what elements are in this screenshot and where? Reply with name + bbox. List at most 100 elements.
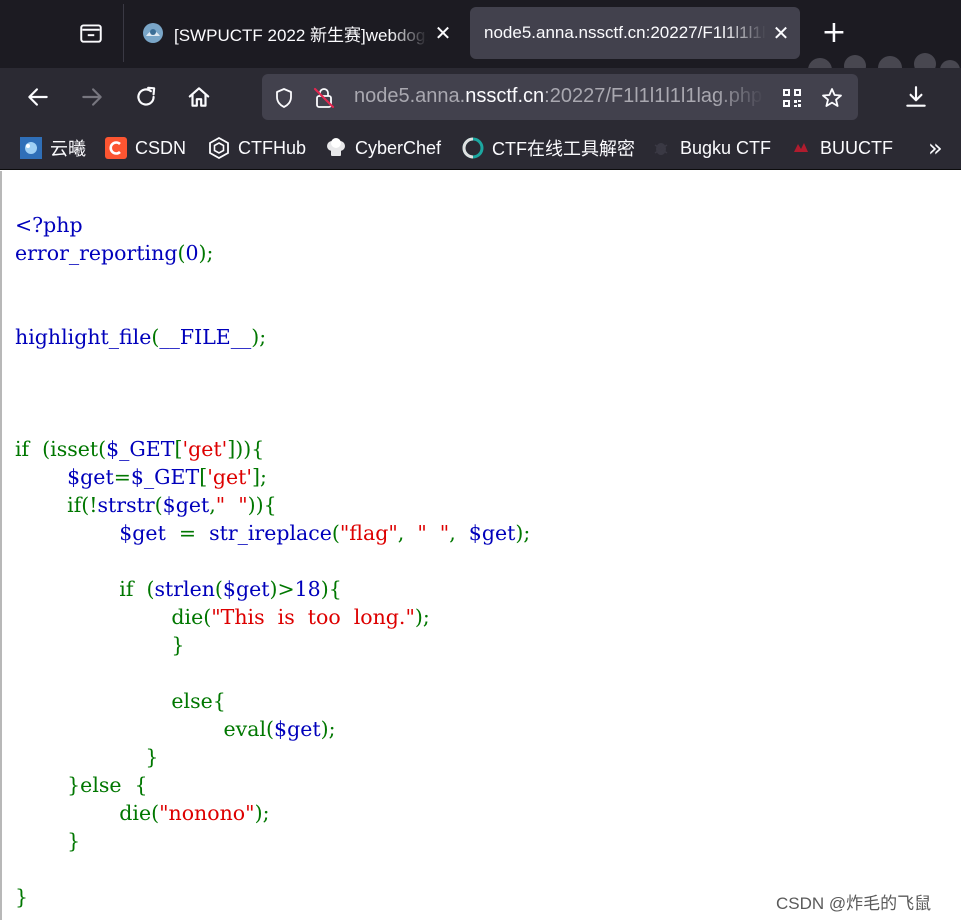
code-token: ])){ [227,437,265,461]
back-button[interactable] [18,77,58,117]
code-token: "flag" [339,521,398,545]
more-bookmarks-chevron-icon[interactable]: » [928,134,942,162]
bookmark-label: BUUCTF [820,137,893,158]
code-line-1: <?php [15,211,530,239]
code-line-21: }else { [15,771,530,799]
code-line-18: else{ [15,687,530,715]
bookmark-label: CSDN [135,137,187,158]
new-tab-button[interactable]: + [816,14,852,52]
code-token: , [397,521,418,545]
code-token: ){ [320,577,342,601]
code-token: $get [119,521,166,545]
bookmark-ctf-tools[interactable]: CTF在线工具解密 [462,135,635,161]
insecure-lock-icon[interactable] [312,86,336,110]
reload-icon [137,86,156,106]
code-token: $get [222,577,270,601]
code-token: $get [67,465,114,489]
code-token: )> [269,577,295,601]
close-tab-icon[interactable]: ✕ [432,21,454,45]
qr-code-icon[interactable] [780,86,804,110]
bookmark-label: CyberChef [355,137,442,158]
code-token: ( [154,493,163,517]
bookmark-bugku[interactable]: Bugku CTF [650,135,771,161]
code-line-19: eval($get); [15,715,530,743]
code-token: = [165,521,210,545]
code-token: eval [223,717,267,741]
url-text[interactable]: node5.anna.nssctf.cn:20227/F1l1l1l1l1lag… [354,85,764,108]
code-line-10: $get=$_GET['get']; [15,463,530,491]
arrow-right-icon [82,88,102,106]
code-token: ( [331,521,340,545]
yunxi-icon [20,137,42,159]
reload-button[interactable] [126,77,166,117]
code-line-25: } [15,883,530,911]
home-icon [188,87,210,107]
code-token: }else { [67,773,148,797]
code-token: ); [198,241,214,265]
code-line-16: } [15,631,530,659]
code-token: " " [215,493,248,517]
close-tab-icon[interactable]: ✕ [770,21,792,45]
code-line-9: if (isset($_GET['get'])){ [15,435,530,463]
code-token: ]; [251,465,267,489]
code-token: if (isset( [15,437,107,461]
bugku-icon [650,137,672,159]
url-suffix: :20227/F1l1l1l1l1lag.php [544,85,763,107]
bookmark-star-icon[interactable] [820,86,844,110]
tab-title: [SWPUCTF 2022 新生赛]webdog1__start [174,25,428,45]
code-token: "This is too long." [211,605,415,629]
code-token: 0 [185,241,199,265]
bookmark-yunxi[interactable]: 云曦 [20,135,86,161]
code-token: ); [414,605,430,629]
url-domain: nssctf.cn [465,85,545,107]
bookmark-label: Bugku CTF [680,137,772,158]
code-token: } [15,885,29,909]
code-token: if(! [67,493,98,517]
bookmark-csdn[interactable]: CSDN [105,135,186,161]
csdn-icon [105,137,127,159]
ctfhub-icon [208,137,230,159]
home-button[interactable] [179,77,219,117]
arrow-left-icon [28,88,48,106]
bookmark-buuctf[interactable]: BUUCTF [790,135,893,161]
address-bar[interactable]: node5.anna.nssctf.cn:20227/F1l1l1l1l1lag… [262,74,858,120]
downloads-button[interactable] [896,77,936,117]
code-token: highlight_file [15,325,152,349]
tab-strip: [SWPUCTF 2022 新生赛]webdog1__start ✕ node5… [0,0,961,110]
code-token: str_ireplace [209,521,332,545]
code-token: strlen [154,577,215,601]
code-line-12: $get = str_ireplace("flag", " ", $get); [15,519,530,547]
page-content: <?php error_reporting(0); highlight_file(_… [0,171,961,920]
bookmark-label: CTF在线工具解密 [492,139,635,159]
code-token: 18 [294,577,321,601]
tab-f1l1l1l1l1lag[interactable]: node5.anna.nssctf.cn:20227/F1l1l1l1l1lag… [470,7,800,59]
code-token: ); [254,801,270,825]
code-token: ( [214,577,223,601]
code-token: die( [171,605,212,629]
php-source-code: <?php error_reporting(0); highlight_file(_… [15,211,530,911]
bookmark-cyberchef[interactable]: CyberChef [325,135,441,161]
nssctf-favicon-icon [143,23,163,43]
forward-button[interactable] [72,77,112,117]
csdn-watermark: CSDN @炸毛的飞鼠 [776,894,932,913]
shield-icon[interactable] [272,86,296,110]
tab-webdog-start[interactable]: [SWPUCTF 2022 新生赛]webdog1__start ✕ [128,7,462,59]
bookmark-ctfhub[interactable]: CTFHub [208,135,306,161]
php-open-tag: <?php [15,213,83,237]
code-token: $get [274,717,321,741]
code-token: $_GET [130,465,200,489]
code-line-22: die("nonono"); [15,799,530,827]
code-token: 'get' [207,465,252,489]
code-token: ); [320,717,336,741]
code-line-5: highlight_file(__FILE__); [15,323,530,351]
code-line-2: error_reporting(0); [15,239,530,267]
code-line-15: die("This is too long."); [15,603,530,631]
list-all-tabs-button[interactable] [58,4,124,62]
bookmark-label: CTFHub [238,137,307,158]
code-token: , [449,521,469,545]
